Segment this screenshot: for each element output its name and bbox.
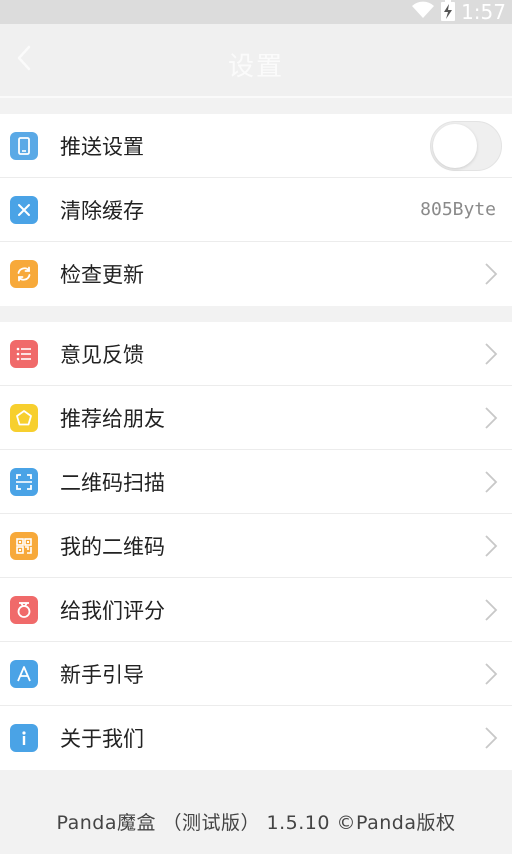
section-gap — [0, 306, 512, 322]
qr-code-icon — [10, 531, 38, 560]
medal-icon — [10, 595, 38, 624]
phone-icon — [10, 131, 38, 160]
row-guide[interactable]: 新手引导 — [0, 642, 512, 706]
refresh-icon — [10, 260, 38, 288]
scan-icon — [10, 467, 38, 496]
footer-version: Panda魔盒 （测试版） 1.5.10 ©Panda版权 — [56, 812, 456, 834]
list-icon — [10, 339, 38, 368]
chevron-right-icon — [484, 534, 498, 558]
row-label: 推送设置 — [60, 134, 144, 159]
wifi-icon — [411, 1, 435, 23]
row-label: 新手引导 — [60, 662, 144, 687]
chevron-right-icon — [484, 470, 498, 494]
row-label: 意见反馈 — [60, 342, 144, 367]
chevron-right-icon — [484, 262, 498, 286]
pentagon-icon — [10, 403, 38, 432]
toggle-knob — [433, 123, 477, 168]
row-clear-cache[interactable]: 清除缓存 805Byte — [0, 178, 512, 242]
chevron-right-icon — [484, 726, 498, 750]
row-my-qr-code[interactable]: 我的二维码 — [0, 514, 512, 578]
status-icons: 1:57 — [411, 0, 506, 24]
row-label: 二维码扫描 — [60, 470, 165, 495]
chevron-right-icon — [484, 342, 498, 366]
cache-size-value: 805Byte — [420, 199, 496, 220]
status-bar: 1:57 — [0, 0, 512, 24]
row-check-update[interactable]: 检查更新 — [0, 242, 512, 306]
section-gap — [0, 98, 512, 114]
row-push-settings[interactable]: 推送设置 — [0, 114, 512, 178]
row-label: 检查更新 — [60, 263, 144, 287]
push-toggle[interactable] — [430, 120, 502, 171]
row-label: 我的二维码 — [60, 534, 165, 559]
chevron-right-icon — [484, 662, 498, 686]
row-qr-scan[interactable]: 二维码扫描 — [0, 450, 512, 514]
row-label: 推荐给朋友 — [60, 406, 165, 431]
settings-group-1: 推送设置 清除缓存 805Byte 检查更新 — [0, 114, 512, 306]
row-recommend[interactable]: 推荐给朋友 — [0, 386, 512, 450]
row-label: 关于我们 — [60, 727, 144, 751]
chevron-right-icon — [484, 406, 498, 430]
close-x-icon — [10, 195, 38, 224]
row-label: 清除缓存 — [60, 198, 144, 223]
row-feedback[interactable]: 意见反馈 — [0, 322, 512, 386]
settings-group-2: 意见反馈 推荐给朋友 二维码扫描 我的二维码 给我们评分 新手引导 关于我们 — [0, 322, 512, 770]
chevron-right-icon — [484, 598, 498, 622]
title-bar: 设置 — [0, 24, 512, 98]
letter-a-icon — [10, 659, 38, 688]
status-time: 1:57 — [461, 0, 506, 24]
row-rate-us[interactable]: 给我们评分 — [0, 578, 512, 642]
info-icon — [10, 724, 38, 752]
battery-charging-icon — [441, 0, 456, 25]
row-label: 给我们评分 — [60, 598, 165, 623]
row-about-us[interactable]: 关于我们 — [0, 706, 512, 770]
page-title: 设置 — [227, 52, 284, 82]
